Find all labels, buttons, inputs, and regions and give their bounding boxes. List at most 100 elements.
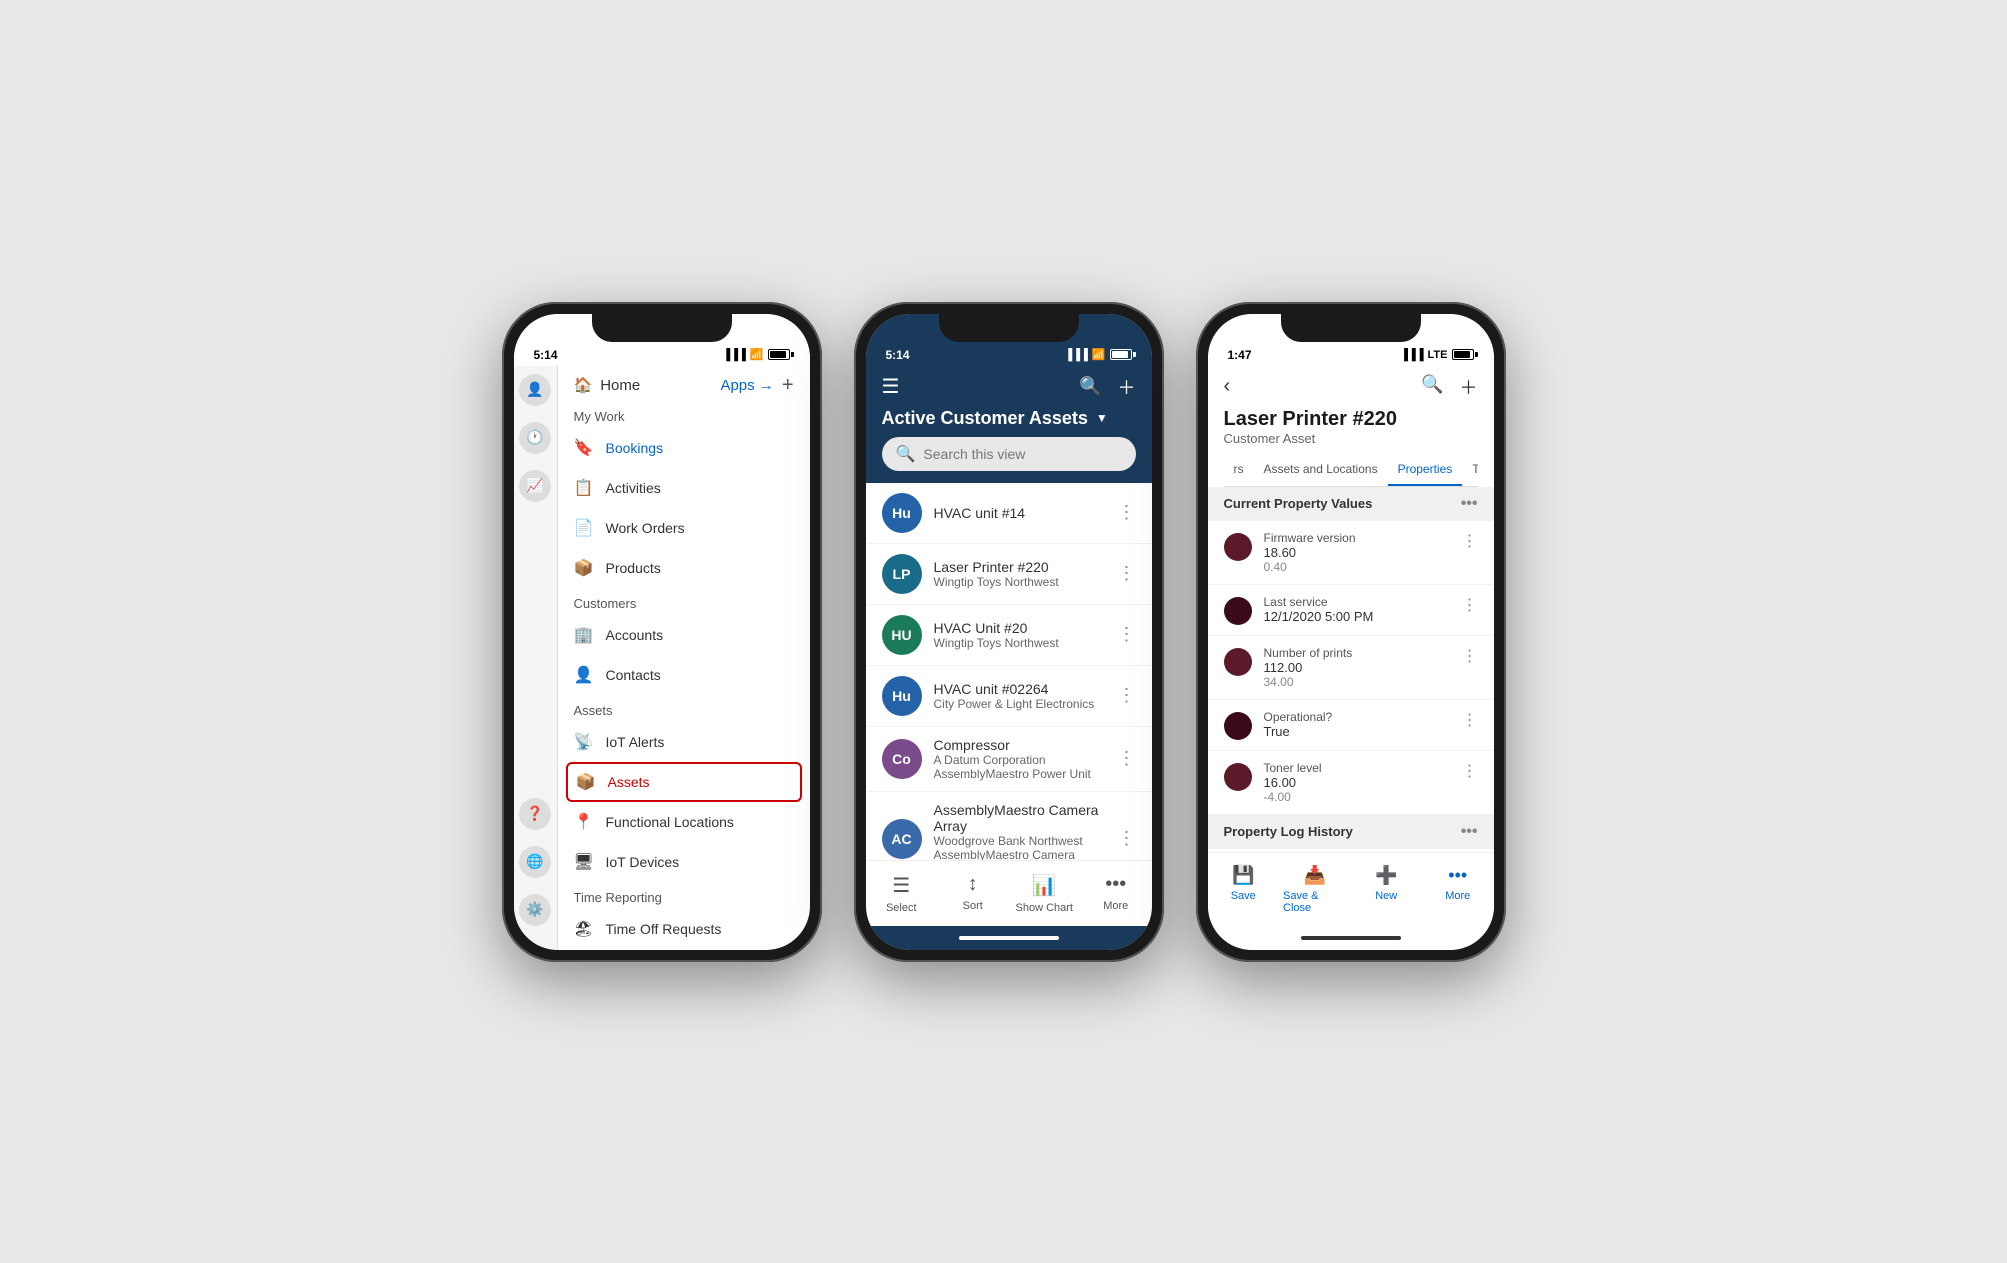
tab-assets-locations[interactable]: Assets and Locations <box>1254 454 1388 486</box>
property-num-prints: Number of prints 112.00 34.00 ⋮ <box>1208 636 1494 700</box>
asset-dots-4[interactable]: ⋮ <box>1118 685 1136 706</box>
wifi-icon: 📶 <box>750 348 764 361</box>
tab-rs[interactable]: rs <box>1224 454 1254 486</box>
nav-iot-devices[interactable]: 🖥 IoT Devices <box>558 842 810 882</box>
list-item[interactable]: LP Laser Printer #220 Wingtip Toys North… <box>866 544 1152 605</box>
list-title-row: Active Customer Assets ▼ <box>882 408 1136 437</box>
search-icon-2[interactable]: 🔍 <box>1079 376 1101 397</box>
prop-log-dots[interactable]: ••• <box>1461 823 1478 841</box>
sidebar-globe-icon[interactable]: 🌐 <box>519 846 551 878</box>
more-icon-2: ••• <box>1105 873 1126 896</box>
signal-icon-3: ▐▐▐ <box>1400 349 1423 361</box>
asset-avatar-6: AC <box>882 819 922 859</box>
asset-dots-3[interactable]: ⋮ <box>1118 624 1136 645</box>
new-button[interactable]: ➕ New <box>1351 861 1423 918</box>
sidebar-chart-icon[interactable]: 📈 <box>519 470 551 502</box>
list-item[interactable]: Hu HVAC unit #14 ⋮ <box>866 483 1152 544</box>
nav-contacts[interactable]: 👤 Contacts <box>558 655 810 695</box>
nav-time-off[interactable]: 🏖 Time Off Requests <box>558 909 810 949</box>
sidebar-icons: 👤 🕐 📈 ❓ 🌐 ⚙️ <box>514 366 558 950</box>
last-service-menu[interactable]: ⋮ <box>1462 595 1478 615</box>
sort-icon: ↕ <box>968 873 978 896</box>
tab-timeline[interactable]: Timeline <box>1462 454 1477 486</box>
time-off-label: Time Off Requests <box>606 921 722 937</box>
search-icon-3[interactable]: 🔍 <box>1421 374 1443 400</box>
operational-label: Operational? <box>1264 710 1450 724</box>
chart-button[interactable]: 📊 Show Chart <box>1009 869 1081 918</box>
firmware-label: Firmware version <box>1264 531 1450 545</box>
nav-bookings[interactable]: 🔖 Bookings <box>558 428 810 468</box>
select-label: Select <box>886 902 917 914</box>
select-button[interactable]: ☰ Select <box>866 869 938 918</box>
save-button[interactable]: 💾 Save <box>1208 861 1280 918</box>
add-icon-2[interactable]: ＋ <box>1118 374 1136 400</box>
home-item[interactable]: 🏠 Home <box>574 376 641 394</box>
more-button-2[interactable]: ••• More <box>1080 869 1152 918</box>
search-input[interactable] <box>923 446 1121 462</box>
status-icons-3: ▐▐▐ LTE <box>1400 349 1473 361</box>
asset-avatar-5: Co <box>882 739 922 779</box>
asset-avatar-3: HU <box>882 615 922 655</box>
firmware-value: 18.60 <box>1264 545 1450 560</box>
list-title: Active Customer Assets <box>882 408 1088 429</box>
contacts-label: Contacts <box>606 667 661 683</box>
current-properties-dots[interactable]: ••• <box>1461 495 1478 513</box>
header-icons: 🔍 ＋ <box>1079 374 1135 400</box>
asset-sub-3: Wingtip Toys Northwest <box>934 636 1106 650</box>
notch-3 <box>1281 314 1421 342</box>
asset-name-2: Laser Printer #220 <box>934 559 1106 575</box>
nav-time-entries[interactable]: 📅 Time Entries <box>558 949 810 950</box>
list-item[interactable]: Co Compressor A Datum Corporation Assemb… <box>866 727 1152 792</box>
asset-info-5: Compressor A Datum Corporation AssemblyM… <box>934 737 1106 781</box>
add-button-1[interactable]: + <box>782 374 794 397</box>
asset-dots-6[interactable]: ⋮ <box>1118 828 1136 849</box>
save-close-button[interactable]: 📥 Save & Close <box>1279 861 1351 918</box>
num-prints-label: Number of prints <box>1264 646 1450 660</box>
list-item[interactable]: AC AssemblyMaestro Camera Array Woodgrov… <box>866 792 1152 860</box>
nav-work-orders[interactable]: 📄 Work Orders <box>558 508 810 548</box>
list-item[interactable]: HU HVAC Unit #20 Wingtip Toys Northwest … <box>866 605 1152 666</box>
asset-name-6: AssemblyMaestro Camera Array <box>934 802 1106 834</box>
operational-menu[interactable]: ⋮ <box>1462 710 1478 730</box>
nav-functional-locations[interactable]: 📍 Functional Locations <box>558 802 810 842</box>
iot-devices-icon: 🖥 <box>574 852 594 872</box>
nav-products[interactable]: 📦 Products <box>558 548 810 588</box>
sidebar-clock-icon[interactable]: 🕐 <box>519 422 551 454</box>
nav-iot-alerts[interactable]: 📡 IoT Alerts <box>558 722 810 762</box>
functional-locations-icon: 📍 <box>574 812 594 832</box>
firmware-menu[interactable]: ⋮ <box>1462 531 1478 551</box>
num-prints-menu[interactable]: ⋮ <box>1462 646 1478 666</box>
sidebar-help-icon[interactable]: ❓ <box>519 798 551 830</box>
prop-content-toner: Toner level 16.00 -4.00 <box>1264 761 1450 804</box>
tab-properties[interactable]: Properties <box>1388 454 1463 486</box>
products-icon: 📦 <box>574 558 594 578</box>
list-header-top: ☰ 🔍 ＋ <box>882 374 1136 408</box>
nav-activities[interactable]: 📋 Activities <box>558 468 810 508</box>
back-button[interactable]: ‹ <box>1224 375 1231 398</box>
add-icon-3[interactable]: ＋ <box>1460 374 1478 400</box>
more-button-3[interactable]: ••• More <box>1422 861 1494 918</box>
sidebar-settings-icon[interactable]: ⚙️ <box>519 894 551 926</box>
asset-dots-2[interactable]: ⋮ <box>1118 563 1136 584</box>
more-label-2: More <box>1103 900 1128 912</box>
asset-dots-5[interactable]: ⋮ <box>1118 748 1136 769</box>
save-close-label: Save & Close <box>1283 890 1347 914</box>
sort-button[interactable]: ↕ Sort <box>937 869 1009 918</box>
toner-menu[interactable]: ⋮ <box>1462 761 1478 781</box>
home-icon: 🏠 <box>574 376 593 394</box>
apps-link[interactable]: Apps → <box>720 377 773 394</box>
sidebar-person-icon[interactable]: 👤 <box>519 374 551 406</box>
scene: 5:14 ▐▐▐ 📶 👤 🕐 📈 ❓ 🌐 ⚙️ <box>462 262 1546 1002</box>
nav-assets[interactable]: 📦 Assets <box>566 762 802 802</box>
asset-name-4: HVAC unit #02264 <box>934 681 1106 697</box>
nav-accounts[interactable]: 🏢 Accounts <box>558 615 810 655</box>
asset-avatar-1: Hu <box>882 493 922 533</box>
list-toolbar: ☰ Select ↕ Sort 📊 Show Chart ••• More <box>866 860 1152 926</box>
list-title-chevron[interactable]: ▼ <box>1096 411 1108 425</box>
search-bar[interactable]: 🔍 <box>882 437 1136 471</box>
bookings-label: Bookings <box>606 440 664 456</box>
hamburger-menu[interactable]: ☰ <box>882 374 900 399</box>
status-icons-1: ▐▐▐ 📶 <box>722 348 789 361</box>
list-item[interactable]: Hu HVAC unit #02264 City Power & Light E… <box>866 666 1152 727</box>
asset-dots-1[interactable]: ⋮ <box>1118 502 1136 523</box>
